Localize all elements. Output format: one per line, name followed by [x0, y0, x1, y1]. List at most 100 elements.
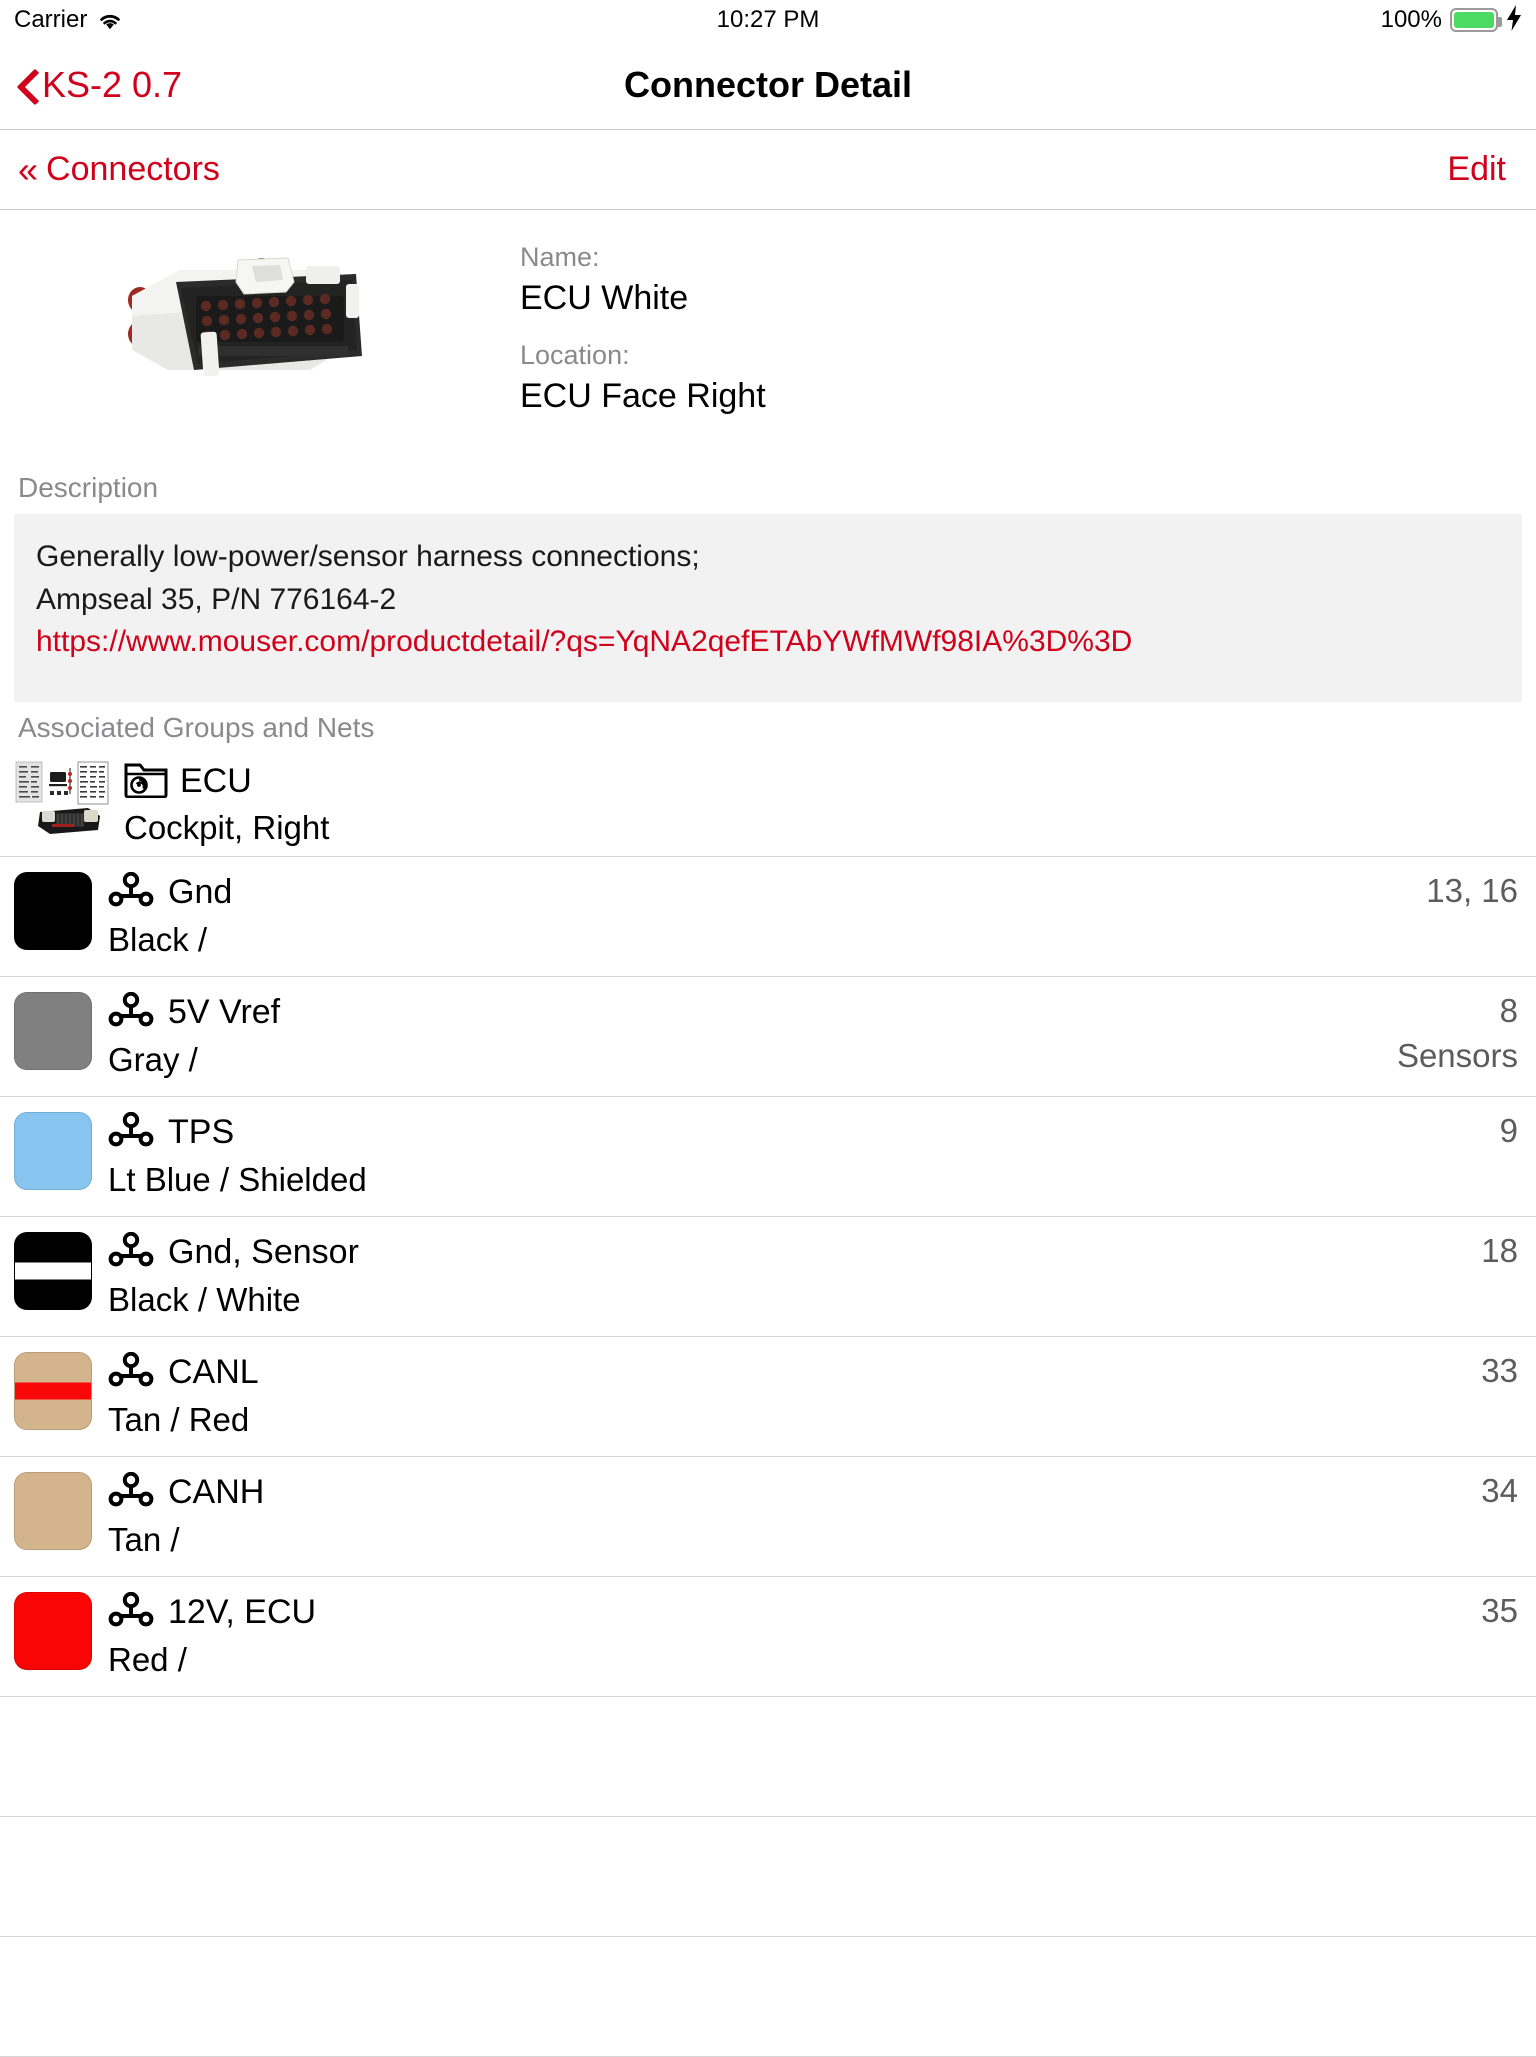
net-colors: Tan / Red	[108, 1401, 250, 1439]
net-right: 35	[1338, 1589, 1518, 1631]
net-row[interactable]: TPS Lt Blue / Shielded 9	[0, 1097, 1536, 1218]
battery-percent-label: 100%	[1380, 6, 1442, 33]
empty-list-row	[0, 1817, 1536, 1938]
net-body: Gnd, Sensor Black / White	[108, 1229, 1338, 1320]
nav-back-button[interactable]: KS-2 0.7	[0, 64, 182, 106]
net-body: 12V, ECU Red /	[108, 1589, 1338, 1680]
connector-photo	[128, 257, 362, 377]
net-colors: Black / White	[108, 1281, 301, 1319]
net-junction-icon	[108, 1351, 154, 1393]
net-row[interactable]: Gnd Black / 13, 16	[0, 857, 1536, 978]
navigation-bar: KS-2 0.7 Connector Detail	[0, 40, 1536, 130]
net-pin-numbers: 33	[1481, 1352, 1518, 1390]
sub-toolbar: « Connectors Edit	[0, 130, 1536, 210]
net-name: 5V Vref	[168, 993, 281, 1032]
net-color-stripe	[15, 1262, 91, 1280]
net-right: 34	[1338, 1469, 1518, 1511]
net-pin-numbers: 18	[1481, 1232, 1518, 1270]
group-body: ECU Cockpit, Right	[124, 758, 1518, 848]
net-colors: Lt Blue / Shielded	[108, 1161, 367, 1199]
net-color-swatch	[14, 872, 92, 951]
net-color-swatch	[14, 1352, 92, 1431]
description-box[interactable]: Generally low-power/sensor harness conne…	[14, 514, 1522, 702]
net-row[interactable]: CANL Tan / Red 33	[0, 1337, 1536, 1458]
description-line-2: Ampseal 35, P/N 776164-2	[36, 582, 397, 616]
net-junction-icon	[108, 991, 154, 1033]
net-body: Gnd Black /	[108, 869, 1338, 960]
connector-fields: Name: ECU White Location: ECU Face Right	[520, 232, 1536, 419]
net-junction-icon	[108, 1231, 154, 1273]
name-field-label: Name:	[520, 242, 600, 272]
description-line-1: Generally low-power/sensor harness conne…	[36, 540, 700, 573]
net-name: TPS	[168, 1113, 235, 1152]
group-subtitle: Cockpit, Right	[124, 808, 330, 846]
group-row[interactable]: ECU Cockpit, Right	[0, 750, 1536, 858]
net-body: CANH Tan /	[108, 1469, 1338, 1560]
net-right: 33	[1338, 1349, 1518, 1391]
net-body: CANL Tan / Red	[108, 1349, 1338, 1440]
net-name: CANL	[168, 1353, 259, 1392]
description-section-label: Description	[18, 472, 159, 503]
group-photo	[14, 758, 110, 836]
net-pin-numbers: 35	[1481, 1592, 1518, 1630]
nav-back-label: KS-2 0.7	[42, 63, 183, 105]
net-pin-numbers: 13, 16	[1426, 872, 1518, 910]
net-junction-icon	[108, 1591, 154, 1633]
status-bar: Carrier 10:27 PM 100%	[0, 0, 1536, 40]
chevron-left-icon	[18, 68, 38, 102]
net-name: Gnd	[168, 873, 233, 912]
battery-icon	[1450, 8, 1502, 32]
net-row[interactable]: 5V Vref Gray / 8 Sensors	[0, 977, 1536, 1098]
carrier-label: Carrier	[14, 6, 88, 33]
net-right: 8 Sensors	[1338, 989, 1518, 1075]
associated-list: ECU Cockpit, Right Gnd Black / 13, 16 5V Vref…	[0, 750, 1536, 2057]
battery-fill	[1454, 12, 1494, 28]
net-pin-numbers: 8	[1499, 992, 1518, 1030]
net-body: 5V Vref Gray /	[108, 989, 1338, 1080]
net-right: 13, 16	[1338, 869, 1518, 911]
net-name: 12V, ECU	[168, 1593, 317, 1632]
net-row[interactable]: CANH Tan / 34	[0, 1457, 1536, 1578]
net-colors: Tan /	[108, 1521, 180, 1559]
net-row[interactable]: Gnd, Sensor Black / White 18	[0, 1217, 1536, 1338]
net-row[interactable]: 12V, ECU Red / 35	[0, 1577, 1536, 1698]
net-body: TPS Lt Blue / Shielded	[108, 1109, 1338, 1200]
folder-disc-icon	[124, 760, 168, 803]
status-bar-left: Carrier	[14, 6, 123, 34]
net-junction-icon	[108, 871, 154, 913]
net-color-swatch	[14, 992, 92, 1071]
net-note: Sensors	[1396, 1036, 1518, 1074]
net-pin-numbers: 9	[1499, 1112, 1518, 1150]
net-name: CANH	[168, 1473, 265, 1512]
wifi-icon	[97, 10, 123, 30]
net-junction-icon	[108, 1471, 154, 1513]
net-right: 18	[1338, 1229, 1518, 1271]
lightning-bolt-icon	[1506, 5, 1522, 35]
net-junction-icon	[108, 1111, 154, 1153]
location-field-value: ECU Face Right	[520, 377, 766, 416]
net-colors: Red /	[108, 1641, 187, 1679]
empty-list-row	[0, 1697, 1536, 1818]
connectors-back-label: Connectors	[46, 150, 220, 188]
net-color-swatch	[14, 1472, 92, 1551]
description-link[interactable]: https://www.mouser.com/productdetail/?qs…	[36, 621, 1500, 664]
net-color-swatch	[14, 1232, 92, 1311]
associated-section-label: Associated Groups and Nets	[18, 711, 375, 743]
connectors-back-button[interactable]: « Connectors	[18, 150, 220, 189]
edit-button[interactable]: Edit	[1447, 150, 1518, 189]
location-field-label: Location:	[520, 340, 630, 371]
net-colors: Black /	[108, 921, 208, 959]
net-right: 9	[1338, 1109, 1518, 1151]
name-field-value: ECU White	[520, 279, 689, 318]
net-pin-numbers: 34	[1481, 1472, 1518, 1510]
net-name: Gnd, Sensor	[168, 1233, 359, 1272]
status-bar-right: 100%	[1381, 5, 1522, 35]
double-chevron-left-icon: «	[18, 148, 39, 190]
net-colors: Gray /	[108, 1041, 198, 1079]
connector-photo-wrap[interactable]	[0, 232, 520, 428]
net-color-stripe	[15, 1382, 91, 1400]
group-title: ECU	[180, 761, 252, 800]
net-color-swatch	[14, 1112, 92, 1191]
empty-list-row	[0, 1937, 1536, 2057]
page-title: Connector Detail	[623, 63, 913, 105]
